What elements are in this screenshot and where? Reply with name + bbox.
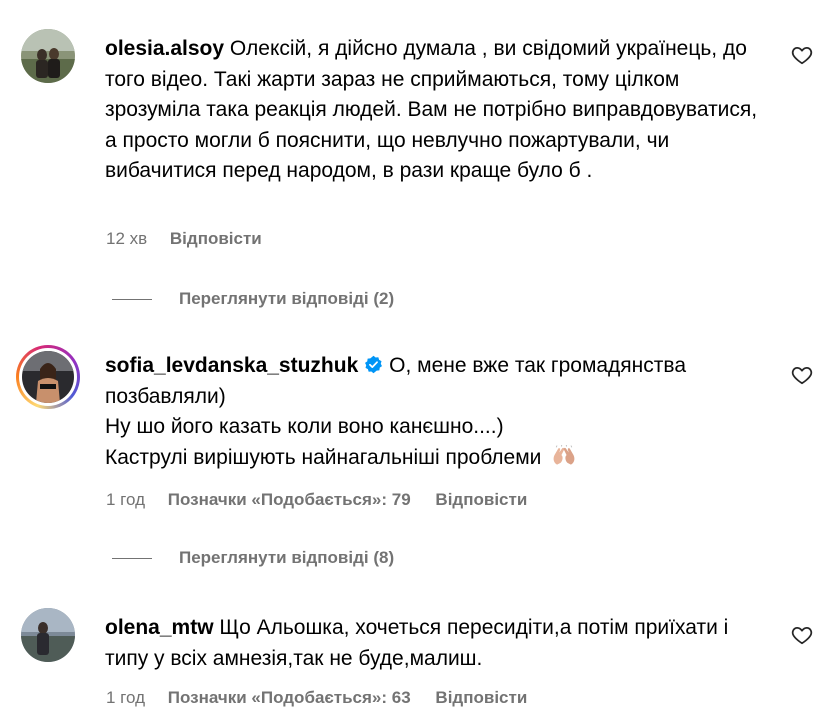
- timestamp[interactable]: 1 год: [106, 688, 145, 707]
- avatar[interactable]: [21, 29, 75, 83]
- verified-badge-icon: [365, 355, 383, 374]
- reply-button[interactable]: Відповісти: [170, 229, 262, 248]
- divider-line: [112, 557, 152, 559]
- avatar-photo: [21, 608, 75, 662]
- likes-count-button[interactable]: Позначки «Подобається»: 79: [168, 490, 411, 509]
- clapping-hands-emoji-icon: [553, 444, 575, 465]
- comment-body: olesia.alsoy Олексій, я дійсно думала , …: [105, 34, 765, 187]
- like-heart-icon[interactable]: [791, 44, 813, 66]
- comment-body: olena_mtw Що Альошка, хочеться пересидіт…: [105, 613, 765, 674]
- reply-button[interactable]: Відповісти: [435, 688, 527, 707]
- timestamp[interactable]: 12 хв: [106, 229, 147, 248]
- view-replies-button[interactable]: Переглянути відповіді (8): [112, 548, 394, 568]
- comment-text-line: Каструлі вирішують найнагальніші проблем…: [105, 445, 542, 469]
- comment-body: sofia_levdanska_stuzhuk О, мене вже так …: [105, 351, 765, 473]
- timestamp[interactable]: 1 год: [106, 490, 145, 509]
- view-replies-button[interactable]: Переглянути відповіді (2): [112, 289, 394, 309]
- avatar-photo: [22, 351, 74, 403]
- username[interactable]: olena_mtw: [105, 616, 214, 639]
- like-heart-icon[interactable]: [791, 364, 813, 386]
- comment-meta: 1 год Позначки «Подобається»: 63 Відпові…: [106, 688, 527, 708]
- like-heart-icon[interactable]: [791, 624, 813, 646]
- divider-line: [112, 298, 152, 300]
- avatar: [22, 351, 74, 403]
- comment-text-line: Ну шо його казать коли воно канєшно....): [105, 415, 504, 438]
- username[interactable]: sofia_levdanska_stuzhuk: [105, 354, 358, 377]
- avatar[interactable]: [21, 608, 75, 662]
- comment-meta: 1 год Позначки «Подобається»: 79 Відпові…: [106, 490, 527, 510]
- avatar-photo: [21, 29, 75, 83]
- comment-meta: 12 хв Відповісти: [106, 229, 262, 249]
- reply-button[interactable]: Відповісти: [435, 490, 527, 509]
- avatar-story-ring[interactable]: [16, 345, 80, 409]
- view-replies-label: Переглянути відповіді (8): [179, 548, 395, 567]
- username[interactable]: olesia.alsoy: [105, 37, 224, 60]
- view-replies-label: Переглянути відповіді (2): [179, 289, 395, 308]
- likes-count-button[interactable]: Позначки «Подобається»: 63: [168, 688, 411, 707]
